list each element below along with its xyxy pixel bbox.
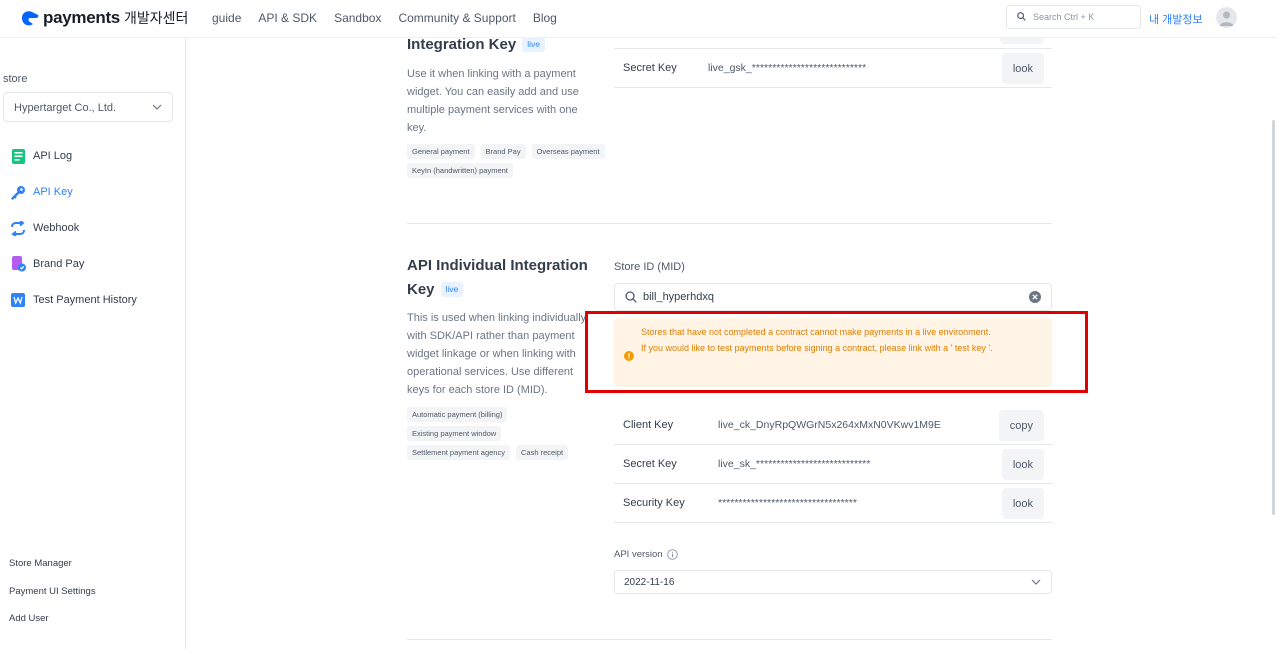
top-nav: guide API & SDK Sandbox Community & Supp… xyxy=(212,11,574,25)
key-value: live_gsk_**************************** xyxy=(708,62,867,74)
tag: Cash receipt xyxy=(515,445,569,460)
sidebar-item-api-log[interactable]: API Log xyxy=(10,138,137,174)
info-icon[interactable] xyxy=(666,549,678,560)
key-label: Secret Key xyxy=(623,62,677,74)
section-divider xyxy=(407,223,1052,224)
look-button[interactable]: look xyxy=(1001,488,1044,519)
store-label: store xyxy=(3,73,28,85)
copy-button[interactable]: copy xyxy=(998,410,1044,441)
key-value: live_ck_DnyRpQWGrN5x264xMxN0VKwv1M9E xyxy=(718,419,941,431)
security-key-row: Security Key ***************************… xyxy=(614,484,1052,523)
scrollbar[interactable] xyxy=(1272,120,1275,515)
brand-pay-icon xyxy=(10,256,26,272)
search-input[interactable]: Search Ctrl + K xyxy=(1006,5,1141,29)
nav-guide[interactable]: guide xyxy=(212,11,241,25)
tag: General payment xyxy=(407,144,475,159)
key-icon xyxy=(10,184,26,200)
api-section-description: This is used when linking individually w… xyxy=(407,312,587,396)
top-header: payments 개발자센터 guide API & SDK Sandbox C… xyxy=(0,0,1276,38)
sidebar-item-label: Brand Pay xyxy=(33,258,85,270)
key-label: Security Key xyxy=(623,497,685,509)
live-badge: live xyxy=(522,37,545,52)
nav-api-sdk[interactable]: API & SDK xyxy=(258,11,317,25)
logo-text: payments xyxy=(43,8,120,27)
api-log-icon xyxy=(10,148,26,164)
highlight-box xyxy=(585,311,1088,393)
sidebar-item-label: Test Payment History xyxy=(33,294,137,306)
look-button-partial[interactable] xyxy=(1000,38,1044,44)
mid-label: Store ID (MID) xyxy=(614,261,685,273)
chevron-down-icon xyxy=(1031,577,1041,590)
tag: Overseas payment xyxy=(531,144,605,159)
sidebar-item-webhook[interactable]: Webhook xyxy=(10,210,137,246)
logo-icon xyxy=(20,9,40,27)
sidebar-menu: API Log API Key Webhook Brand Pay Test P… xyxy=(10,138,137,318)
key-value: live_sk_**************************** xyxy=(718,458,871,470)
secret-key-row: Secret Key live_sk_*********************… xyxy=(614,445,1052,484)
nav-blog[interactable]: Blog xyxy=(533,11,557,25)
add-user-link[interactable]: Add User xyxy=(9,613,96,641)
sidebar: store Hypertarget Co., Ltd. API Log API … xyxy=(0,38,186,649)
clear-icon[interactable] xyxy=(1029,291,1041,306)
look-button[interactable]: look xyxy=(1001,53,1044,84)
api-section-tags: Automatic payment (billing) Existing pay… xyxy=(407,407,587,460)
api-version-select[interactable]: 2022-11-16 xyxy=(614,570,1052,594)
api-section-title: API Individual Integration Key live xyxy=(407,257,588,298)
sidebar-item-brand-pay[interactable]: Brand Pay xyxy=(10,246,137,282)
logo-subtitle: 개발자센터 xyxy=(123,10,189,26)
avatar[interactable] xyxy=(1216,7,1237,28)
store-manager-link[interactable]: Store Manager xyxy=(9,558,96,586)
api-version-value: 2022-11-16 xyxy=(624,577,675,588)
store-select-value: Hypertarget Co., Ltd. xyxy=(14,102,117,114)
widget-secret-key-row: Secret Key live_gsk_********************… xyxy=(614,49,1052,88)
client-key-row: Client Key live_ck_DnyRpQWGrN5x264xMxN0V… xyxy=(614,406,1052,445)
test-history-icon xyxy=(10,292,26,308)
sidebar-item-test-payment-history[interactable]: Test Payment History xyxy=(10,282,137,318)
tag: Existing payment window xyxy=(407,426,502,441)
tag: Settlement payment agency xyxy=(407,445,510,460)
live-badge: live xyxy=(440,282,464,297)
look-button[interactable]: look xyxy=(1001,449,1044,480)
key-label: Client Key xyxy=(623,419,674,431)
tag: KeyIn (handwritten) payment xyxy=(407,163,513,178)
key-label: Secret Key xyxy=(623,458,677,470)
key-value: ********************************** xyxy=(718,497,857,509)
search-placeholder: Search Ctrl + K xyxy=(1033,12,1095,22)
tag: Automatic payment (billing) xyxy=(407,407,508,422)
search-icon xyxy=(625,291,637,306)
store-select[interactable]: Hypertarget Co., Ltd. xyxy=(3,92,173,122)
nav-community-support[interactable]: Community & Support xyxy=(398,11,515,25)
api-version-label: API version xyxy=(614,549,678,560)
search-icon xyxy=(1017,11,1026,23)
mid-search-input[interactable]: bill_hyperhdxq xyxy=(614,283,1052,311)
sidebar-item-label: Webhook xyxy=(33,222,80,234)
sidebar-item-label: API Key xyxy=(33,186,73,198)
widget-section-description: Use it when linking with a payment widge… xyxy=(407,68,579,134)
widget-section-title: Integration Key live xyxy=(407,33,545,57)
section-divider xyxy=(407,639,1052,640)
webhook-icon xyxy=(10,220,26,236)
payment-ui-settings-link[interactable]: Payment UI Settings xyxy=(9,586,96,614)
widget-section-tags: General payment Brand Pay Overseas payme… xyxy=(407,144,607,178)
sidebar-item-api-key[interactable]: API Key xyxy=(10,174,137,210)
chevron-down-icon xyxy=(152,102,162,115)
nav-sandbox[interactable]: Sandbox xyxy=(334,11,381,25)
mid-input-value: bill_hyperhdxq xyxy=(643,291,714,303)
logo[interactable]: payments 개발자센터 xyxy=(20,7,188,29)
tag: Brand Pay xyxy=(480,144,526,159)
my-dev-info-link[interactable]: 내 개발정보 xyxy=(1149,11,1203,27)
sidebar-bottom-links: Store Manager Payment UI Settings Add Us… xyxy=(9,558,96,641)
sidebar-item-label: API Log xyxy=(33,150,73,162)
